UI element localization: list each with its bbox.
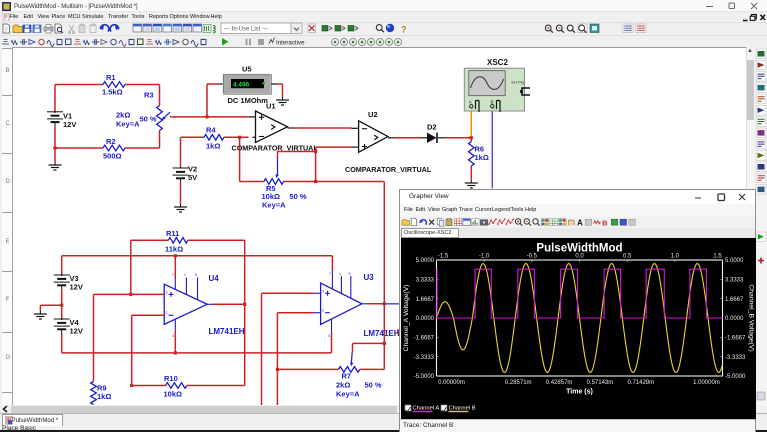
svg-text:4.496: 4.496 bbox=[233, 82, 250, 89]
svg-text:0.0000: 0.0000 bbox=[416, 316, 435, 322]
svg-text:Key=A: Key=A bbox=[336, 390, 360, 399]
svg-text:-1.6667: -1.6667 bbox=[414, 336, 435, 342]
svg-text:50 %: 50 % bbox=[140, 115, 157, 124]
svg-text:B: B bbox=[602, 218, 608, 227]
svg-text:-1.6667: -1.6667 bbox=[725, 336, 746, 342]
svg-text:10kΩ: 10kΩ bbox=[164, 390, 183, 399]
svg-text:2kΩ: 2kΩ bbox=[116, 111, 130, 120]
svg-text:R4: R4 bbox=[206, 126, 216, 135]
svg-text:1.00000m: 1.00000m bbox=[693, 380, 720, 386]
svg-text:-0.5: -0.5 bbox=[527, 254, 538, 260]
svg-text:A: A bbox=[577, 218, 583, 227]
svg-text:-5.0000: -5.0000 bbox=[414, 374, 435, 380]
svg-text:-3.3333: -3.3333 bbox=[414, 355, 435, 361]
svg-text:12V: 12V bbox=[63, 120, 76, 129]
svg-text:LM741EH: LM741EH bbox=[364, 329, 400, 338]
svg-text:7: 7 bbox=[172, 273, 174, 277]
svg-text:U4: U4 bbox=[209, 274, 220, 283]
svg-text:U2: U2 bbox=[368, 110, 378, 119]
svg-text:Channel A: Channel A bbox=[413, 406, 440, 412]
svg-text:12V: 12V bbox=[70, 327, 83, 336]
svg-text:1kΩ: 1kΩ bbox=[475, 153, 489, 162]
svg-text:50 %: 50 % bbox=[365, 381, 382, 390]
svg-text:5: 5 bbox=[195, 273, 197, 277]
svg-text:R3: R3 bbox=[144, 91, 154, 100]
svg-text:5: 5 bbox=[349, 272, 351, 276]
svg-text:Key=A: Key=A bbox=[262, 201, 286, 210]
svg-text:-1.5: -1.5 bbox=[438, 254, 449, 260]
svg-text:1kΩ: 1kΩ bbox=[97, 392, 111, 401]
svg-text:-1.0: -1.0 bbox=[479, 254, 490, 260]
svg-text:Channel B: Channel B bbox=[449, 406, 476, 412]
svg-text:3: 3 bbox=[166, 291, 168, 295]
svg-text:5.0000: 5.0000 bbox=[416, 258, 435, 264]
svg-text:-5.0000: -5.0000 bbox=[725, 374, 746, 380]
svg-text:Ext Trig: Ext Trig bbox=[512, 81, 524, 85]
svg-text:12V: 12V bbox=[70, 283, 83, 292]
svg-text:1: 1 bbox=[339, 272, 341, 276]
svg-text:Key=A: Key=A bbox=[116, 120, 140, 129]
svg-text:-3.3333: -3.3333 bbox=[725, 355, 746, 361]
svg-text:5.0000: 5.0000 bbox=[725, 258, 744, 264]
svg-text:R10: R10 bbox=[164, 374, 178, 383]
svg-text:1: 1 bbox=[184, 273, 186, 277]
svg-text:4: 4 bbox=[172, 334, 174, 338]
svg-text:R1: R1 bbox=[106, 73, 116, 82]
svg-text:U1: U1 bbox=[266, 102, 276, 111]
svg-text:Channel_B Voltage(V): Channel_B Voltage(V) bbox=[748, 284, 755, 351]
svg-text:3: 3 bbox=[322, 290, 324, 294]
svg-text:4: 4 bbox=[328, 334, 330, 338]
svg-text:0.57143m: 0.57143m bbox=[587, 380, 614, 386]
svg-text:1.0: 1.0 bbox=[671, 254, 680, 260]
svg-text:1.5kΩ: 1.5kΩ bbox=[102, 88, 123, 97]
svg-text:XSC2: XSC2 bbox=[487, 58, 508, 67]
svg-text:0.28571m: 0.28571m bbox=[505, 380, 532, 386]
svg-text:3.3333: 3.3333 bbox=[416, 278, 435, 284]
svg-text:1.6667: 1.6667 bbox=[416, 297, 435, 303]
svg-text:2: 2 bbox=[322, 309, 324, 313]
svg-text:11kΩ: 11kΩ bbox=[165, 245, 183, 254]
svg-text:D2: D2 bbox=[427, 123, 437, 132]
svg-text:R2: R2 bbox=[106, 137, 116, 146]
svg-text:U5: U5 bbox=[242, 65, 252, 74]
svg-text:0.71429m: 0.71429m bbox=[627, 380, 654, 386]
svg-text:0.5: 0.5 bbox=[623, 254, 632, 260]
svg-text:B: B bbox=[491, 100, 494, 105]
svg-text:1.6667: 1.6667 bbox=[725, 297, 744, 303]
svg-text:COMPARATOR_VIRTUAL: COMPARATOR_VIRTUAL bbox=[345, 165, 432, 174]
svg-text:Channel_A Voltage(V): Channel_A Voltage(V) bbox=[403, 285, 410, 352]
svg-text:U3: U3 bbox=[364, 273, 375, 282]
svg-text:A: A bbox=[469, 100, 472, 105]
svg-text:500Ω: 500Ω bbox=[103, 152, 122, 161]
svg-text:5V: 5V bbox=[188, 173, 197, 182]
svg-text:LM741EH: LM741EH bbox=[209, 327, 245, 336]
svg-text:0.0000: 0.0000 bbox=[725, 316, 744, 322]
svg-text:0.0: 0.0 bbox=[575, 254, 584, 260]
svg-text:R7: R7 bbox=[342, 372, 352, 381]
svg-text:Time (s): Time (s) bbox=[566, 389, 593, 396]
svg-text:3.3333: 3.3333 bbox=[725, 278, 744, 284]
svg-text:2kΩ: 2kΩ bbox=[336, 381, 350, 390]
svg-text:DC 1MOhm: DC 1MOhm bbox=[228, 96, 269, 105]
svg-text:50 %: 50 % bbox=[290, 192, 307, 201]
svg-text:1kΩ: 1kΩ bbox=[206, 142, 220, 151]
svg-text:0.42857m: 0.42857m bbox=[546, 380, 573, 386]
svg-text:1.5: 1.5 bbox=[713, 254, 722, 260]
svg-text:7: 7 bbox=[329, 272, 331, 276]
svg-text:2: 2 bbox=[166, 311, 168, 315]
svg-text:R11: R11 bbox=[166, 229, 179, 238]
svg-text:0.00000m: 0.00000m bbox=[438, 380, 465, 386]
